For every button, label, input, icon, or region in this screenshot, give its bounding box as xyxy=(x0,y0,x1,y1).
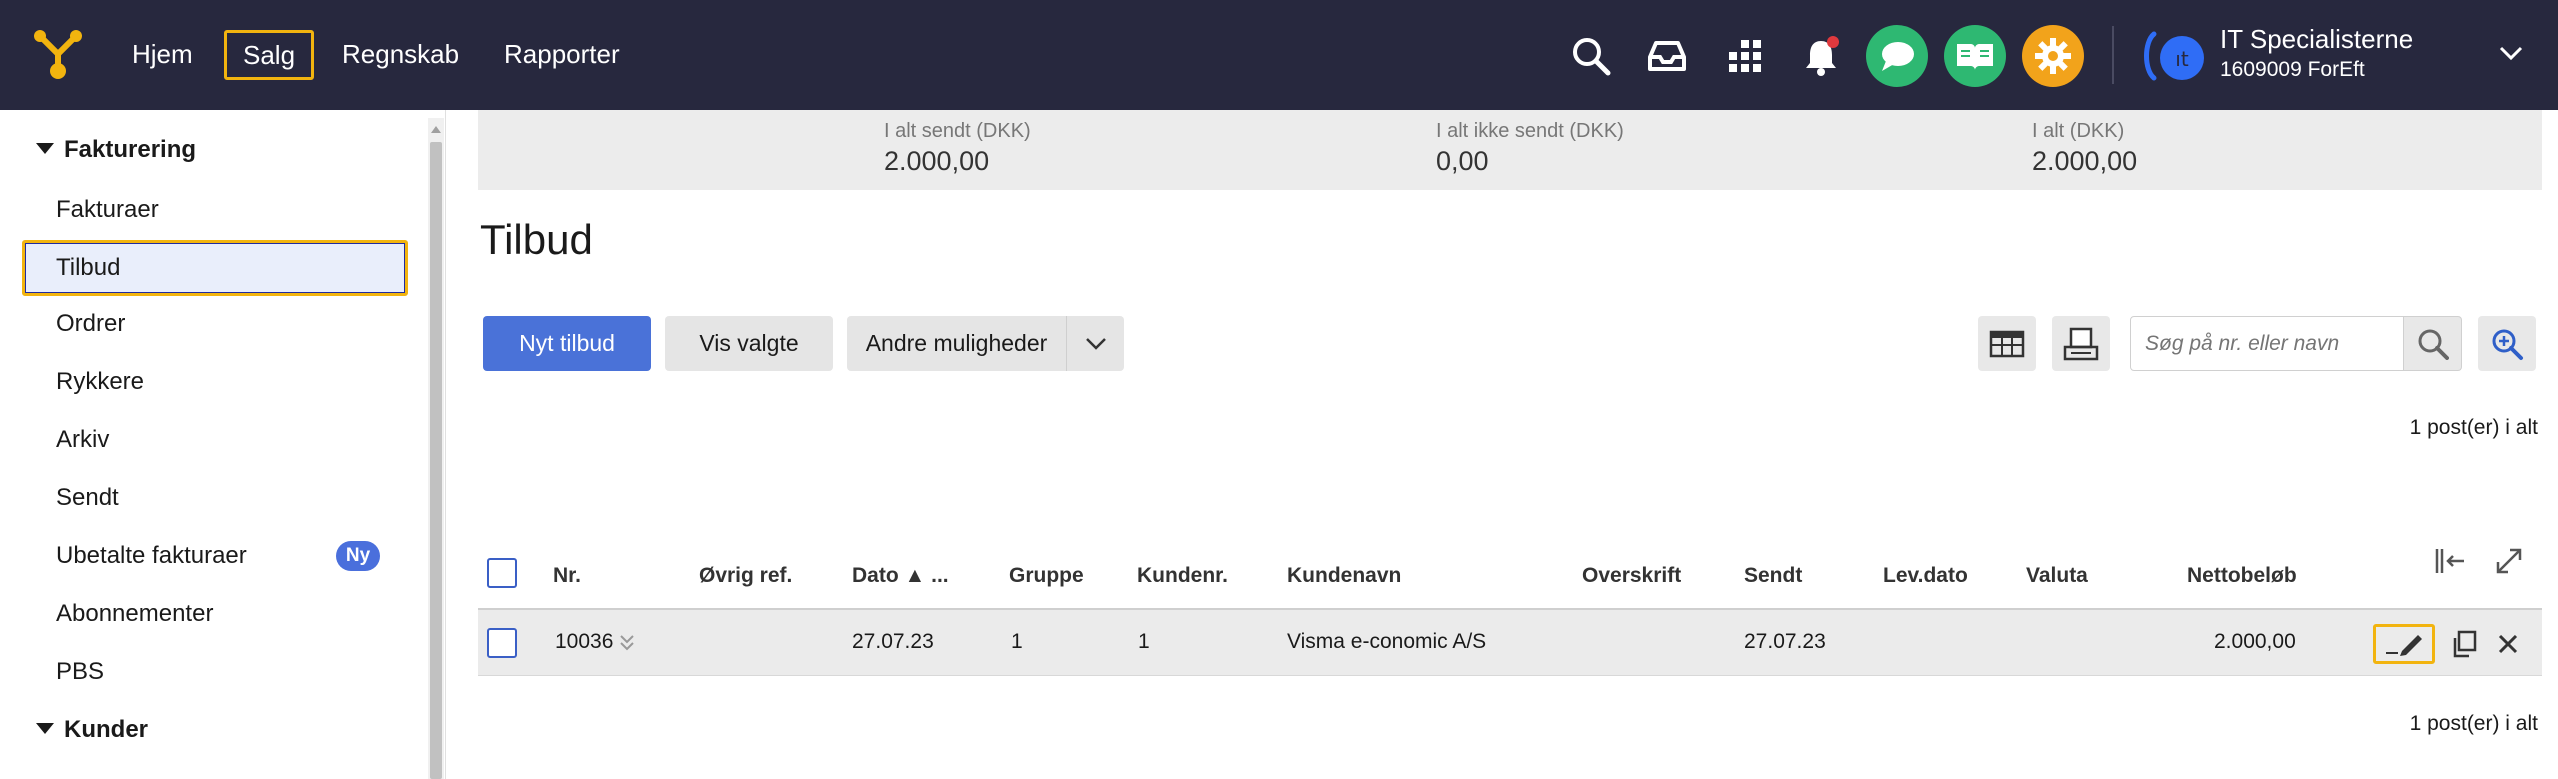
nav-rapporter[interactable]: Rapporter xyxy=(488,30,636,80)
sidebar-item-sendt[interactable]: Sendt xyxy=(56,484,119,512)
book-icon[interactable] xyxy=(1944,25,2006,87)
column-header-valuta[interactable]: Valuta xyxy=(2026,564,2088,588)
collapse-columns-icon[interactable] xyxy=(2434,546,2466,576)
sum-total-value: 2.000,00 xyxy=(2032,146,2138,176)
sidebar-item-tilbud[interactable]: Tilbud xyxy=(22,240,408,296)
sum-not-sent-label: I alt ikke sendt (DKK) xyxy=(1436,120,1624,142)
top-navigation-bar: Hjem Salg Regnskab Rapporter ıt IT Speci… xyxy=(0,0,2558,110)
show-selected-button[interactable]: Vis valgte xyxy=(665,316,833,371)
cell-kundenr: 1 xyxy=(1138,630,1150,653)
gear-icon[interactable] xyxy=(2022,25,2084,87)
sidebar-item-ubetalte-fakturaer[interactable]: Ubetalte fakturaer xyxy=(56,542,247,570)
topbar-divider xyxy=(2112,26,2114,84)
page-title: Tilbud xyxy=(480,216,593,263)
caret-down-icon xyxy=(36,723,54,735)
column-header-nr[interactable]: Nr. xyxy=(553,564,581,588)
sidebar-item-abonnementer[interactable]: Abonnementer xyxy=(56,600,213,628)
sidebar-group-label: Fakturering xyxy=(64,136,197,163)
cell-dato: 27.07.23 xyxy=(852,630,934,653)
cell-sendt: 27.07.23 xyxy=(1744,630,1826,653)
sidebar-item-arkiv[interactable]: Arkiv xyxy=(56,426,109,454)
nav-regnskab[interactable]: Regnskab xyxy=(326,30,475,80)
nav-salg[interactable]: Salg xyxy=(224,30,315,80)
company-name[interactable]: IT Specialisterne xyxy=(2220,24,2413,55)
sidebar-group-label: Kunder xyxy=(64,716,148,743)
record-count-bottom: 1 post(er) i alt xyxy=(2409,712,2538,735)
column-header-gruppe[interactable]: Gruppe xyxy=(1009,564,1084,588)
svg-text:ıt: ıt xyxy=(2175,47,2189,71)
column-header-kundenr[interactable]: Kundenr. xyxy=(1137,564,1228,588)
zoom-search-button[interactable] xyxy=(2478,316,2536,371)
sum-not-sent-value: 0,00 xyxy=(1436,146,1489,176)
sum-sent-label: I alt sendt (DKK) xyxy=(884,120,1031,142)
bell-icon[interactable] xyxy=(1790,25,1852,87)
scroll-up-arrow-icon[interactable] xyxy=(430,124,442,134)
search-input[interactable] xyxy=(2130,316,2404,371)
record-count-top: 1 post(er) i alt xyxy=(2409,416,2538,439)
apps-grid-icon[interactable] xyxy=(1714,25,1776,87)
cell-nettobelob: 2.000,00 xyxy=(2214,630,2296,653)
more-options-button[interactable]: Andre muligheder xyxy=(847,316,1066,371)
sum-total-label: I alt (DKK) xyxy=(2032,120,2125,142)
column-header-ref[interactable]: Øvrig ref. xyxy=(699,564,792,588)
expand-icon[interactable] xyxy=(2494,546,2524,576)
select-all-checkbox[interactable] xyxy=(487,558,517,588)
cell-kundenavn: Visma e-conomic A/S xyxy=(1287,630,1487,653)
sidebar-item-rykkere[interactable]: Rykkere xyxy=(56,368,144,396)
company-avatar-icon[interactable]: ıt xyxy=(2140,28,2208,84)
column-header-sendt[interactable]: Sendt xyxy=(1744,564,1802,588)
column-settings-button[interactable] xyxy=(1978,316,2036,371)
print-icon xyxy=(2063,327,2099,360)
inbox-icon[interactable] xyxy=(1636,25,1698,87)
column-header-levdato[interactable]: Lev.dato xyxy=(1883,564,1968,588)
economic-logo-icon[interactable] xyxy=(30,24,90,84)
row-checkbox[interactable] xyxy=(487,628,517,658)
cell-gruppe: 1 xyxy=(1011,630,1023,653)
chat-icon[interactable] xyxy=(1866,25,1928,87)
sidebar-group-fakturering[interactable]: Fakturering xyxy=(36,136,196,164)
print-button[interactable] xyxy=(2052,316,2110,371)
search-icon xyxy=(2418,329,2449,360)
column-header-nettobelob[interactable]: Nettobeløb xyxy=(2187,564,2297,588)
cell-nr[interactable]: 10036 xyxy=(555,630,613,654)
sidebar-item-ordrer[interactable]: Ordrer xyxy=(56,310,125,338)
column-header-dato[interactable]: Dato ▲ ... xyxy=(852,564,949,588)
caret-down-icon xyxy=(36,143,54,155)
delete-button[interactable] xyxy=(2488,624,2528,664)
column-header-overskrift[interactable]: Overskrift xyxy=(1582,564,1681,588)
pencil-icon xyxy=(2386,635,2422,656)
sidebar-scroll-thumb[interactable] xyxy=(430,142,442,779)
summary-strip: I alt sendt (DKK) 2.000,00 I alt ikke se… xyxy=(478,110,2542,190)
edit-button[interactable] xyxy=(2373,624,2435,664)
nav-hjem[interactable]: Hjem xyxy=(116,30,209,80)
sidebar-item-fakturaer[interactable]: Fakturaer xyxy=(56,196,159,224)
column-header-kundenavn[interactable]: Kundenavn xyxy=(1287,564,1401,588)
new-quote-button[interactable]: Nyt tilbud xyxy=(483,316,651,371)
copy-icon xyxy=(2453,630,2477,658)
chevron-down-icon[interactable] xyxy=(2498,44,2524,62)
close-icon xyxy=(2498,634,2518,654)
copy-button[interactable] xyxy=(2444,624,2484,664)
search-icon[interactable] xyxy=(1560,25,1622,87)
zoom-in-icon xyxy=(2492,329,2523,360)
more-options-dropdown[interactable] xyxy=(1066,316,1124,371)
new-badge: Ny xyxy=(336,541,380,571)
sum-sent-value: 2.000,00 xyxy=(884,146,990,176)
company-id[interactable]: 1609009 ForEft xyxy=(2220,58,2365,82)
double-chevron-down-icon[interactable] xyxy=(619,632,635,654)
search-button[interactable] xyxy=(2404,316,2462,371)
table-columns-icon xyxy=(1989,330,2025,357)
sidebar-group-kunder[interactable]: Kunder xyxy=(36,716,148,744)
chevron-down-icon xyxy=(1085,337,1106,350)
sidebar-item-pbs[interactable]: PBS xyxy=(56,658,104,686)
